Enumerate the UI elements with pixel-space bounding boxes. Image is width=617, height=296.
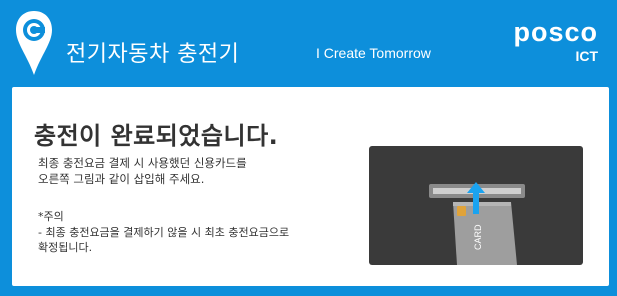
brand-sub: ICT [575,48,598,64]
card-chip [457,206,466,216]
card-label: CARD [473,224,483,250]
notice-line-2: 확정됩니다. [38,241,93,254]
page-title: 충전이 완료되었습니다. [34,122,279,150]
notice-title: *주의 [38,210,64,223]
message-panel: 충전이 완료되었습니다. 최종 충전요금 결제 시 사용했던 신용카드를 오른쪽… [12,87,609,286]
charger-screen: 전기자동차 충전기 I Create Tomorrow posco ICT 충전… [0,0,617,296]
brand-name: posco [513,17,598,47]
instruction-line-2: 오른쪽 그림과 같이 삽입해 주세요. [38,172,205,186]
charging-pin-logo-icon [16,11,52,75]
posco-ict-logo: posco ICT [494,17,606,73]
instruction-line-1: 최종 충전요금 결제 시 사용했던 신용카드를 [38,156,247,170]
notice-text: - 최종 충전요금을 결제하기 않을 시 최초 충전요금으로 확정됩니다. [38,225,358,255]
card-insert-icon: CARD [369,146,583,265]
header-bar: 전기자동차 충전기 I Create Tomorrow posco ICT [0,0,617,86]
brand-tagline: I Create Tomorrow [316,45,431,61]
app-title: 전기자동차 충전기 [66,42,240,67]
notice-line-1: - 최종 충전요금을 결제하기 않을 시 최초 충전요금으로 [38,226,290,239]
instruction-text: 최종 충전요금 결제 시 사용했던 신용카드를 오른쪽 그림과 같이 삽입해 주… [38,155,358,187]
